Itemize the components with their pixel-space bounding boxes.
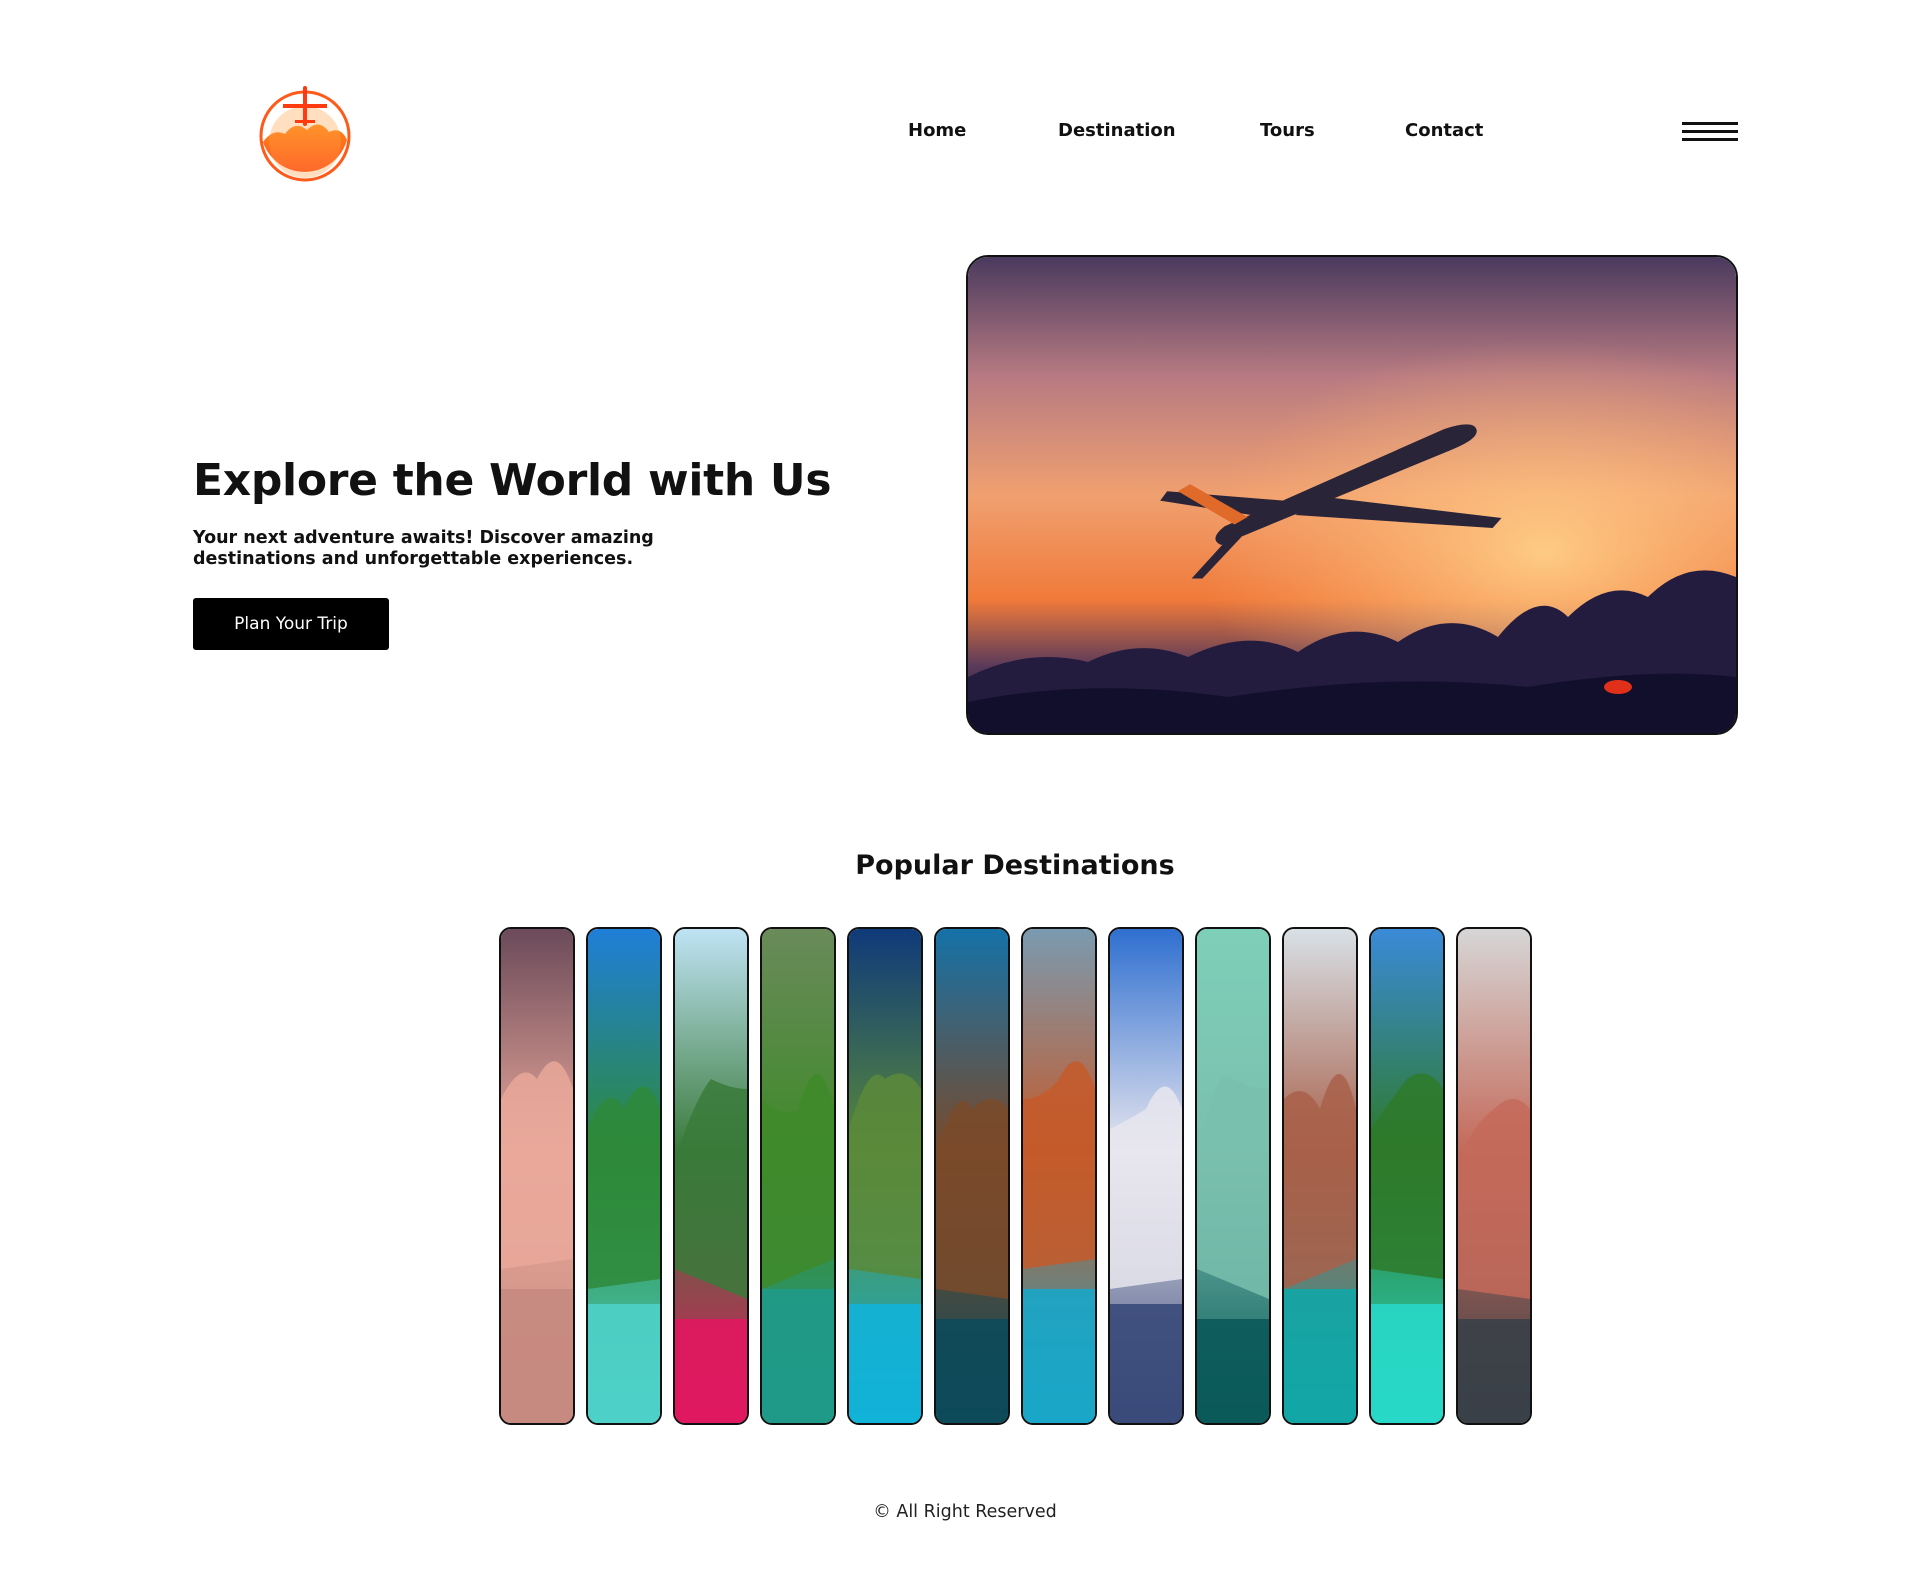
destination-image-sunset-pier bbox=[501, 929, 573, 1423]
hero-title: Explore the World with Us bbox=[193, 455, 832, 506]
plan-your-trip-button[interactable]: Plan Your Trip bbox=[193, 598, 389, 650]
destination-card-overwater-bungalows[interactable] bbox=[847, 927, 923, 1425]
destination-card-sunset-pier[interactable] bbox=[499, 927, 575, 1425]
hero-subtitle: Your next adventure awaits! Discover ama… bbox=[193, 528, 654, 569]
destination-card-santorini[interactable] bbox=[1108, 927, 1184, 1425]
destination-image-green-mountain-bay bbox=[762, 929, 834, 1423]
main-nav: Home Destination Tours Contact bbox=[0, 120, 1920, 146]
nav-link-home[interactable]: Home bbox=[908, 120, 966, 141]
destination-card-tropical-resort[interactable] bbox=[1282, 927, 1358, 1425]
destination-card-infinity-pool-sea[interactable] bbox=[1195, 927, 1271, 1425]
nav-link-contact[interactable]: Contact bbox=[1405, 120, 1483, 141]
destination-image-cliffside-village bbox=[1458, 929, 1530, 1423]
destination-image-colorful-coastal-village bbox=[1023, 929, 1095, 1423]
destination-card-colorful-coastal-village[interactable] bbox=[1021, 927, 1097, 1425]
destination-image-tropical-resort bbox=[1284, 929, 1356, 1423]
destination-image-tropical-cliffs bbox=[588, 929, 660, 1423]
destination-card-tropical-cliffs[interactable] bbox=[586, 927, 662, 1425]
destination-card-cliffside-village[interactable] bbox=[1456, 927, 1532, 1425]
hero-airplane-sunset-image bbox=[966, 255, 1738, 735]
destination-image-island-beach bbox=[1371, 929, 1443, 1423]
nav-link-destination[interactable]: Destination bbox=[1058, 120, 1176, 141]
destination-image-santorini bbox=[1110, 929, 1182, 1423]
destination-image-infinity-pool-sea bbox=[1197, 929, 1269, 1423]
destination-card-kayak-lagoon[interactable] bbox=[673, 927, 749, 1425]
destination-image-overwater-bungalows bbox=[849, 929, 921, 1423]
destination-image-lakeside-town-night bbox=[936, 929, 1008, 1423]
destination-card-island-beach[interactable] bbox=[1369, 927, 1445, 1425]
hamburger-menu-icon[interactable] bbox=[1682, 122, 1738, 144]
destination-card-lakeside-town-night[interactable] bbox=[934, 927, 1010, 1425]
page: Home Destination Tours Contact Explore t… bbox=[0, 0, 1920, 1592]
destination-card-green-mountain-bay[interactable] bbox=[760, 927, 836, 1425]
nav-link-tours[interactable]: Tours bbox=[1260, 120, 1315, 141]
footer-copyright: © All Right Reserved bbox=[873, 1502, 1057, 1522]
destination-image-kayak-lagoon bbox=[675, 929, 747, 1423]
popular-destinations-title: Popular Destinations bbox=[855, 850, 1175, 881]
